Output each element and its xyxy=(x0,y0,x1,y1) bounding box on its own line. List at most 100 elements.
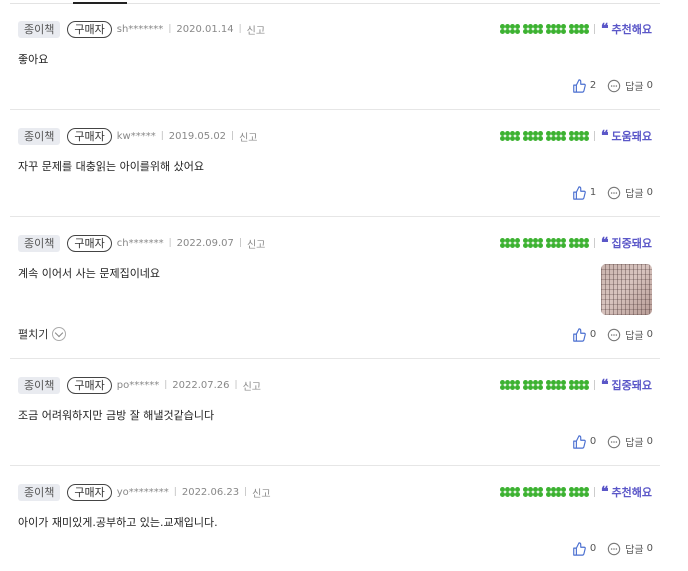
review-meta: 종이책 구매자 yo******** | 2022.06.23 | 신고 xyxy=(18,483,271,501)
reply-button[interactable]: 답글 0 xyxy=(607,185,653,200)
buyer-badge: 구매자 xyxy=(67,483,112,501)
speech-bubble-icon xyxy=(608,542,621,555)
format-badge: 종이책 xyxy=(18,127,61,145)
like-button[interactable]: 0 xyxy=(572,434,597,449)
reply-button[interactable]: 답글 0 xyxy=(607,78,653,93)
clover-rating xyxy=(499,24,589,34)
rating-divider xyxy=(593,380,595,390)
clover-icon xyxy=(545,238,556,248)
speech-bubble-icon xyxy=(608,328,621,341)
clover-icon xyxy=(509,238,520,248)
clover-icon xyxy=(532,238,543,248)
clover-rating xyxy=(499,238,589,248)
review-date: 2022.06.23 xyxy=(181,486,240,498)
report-link[interactable]: 신고 xyxy=(247,236,265,251)
reply-label: 답글 xyxy=(625,189,644,200)
review-actions: 1 답글 0 xyxy=(572,185,653,200)
clover-icon xyxy=(499,380,510,390)
review-date: 2022.09.07 xyxy=(176,237,234,249)
review-content: 조금 어려워하지만 금방 잘 해낼것같습니다 xyxy=(18,409,215,422)
clover-icon xyxy=(578,487,589,497)
format-badge: 종이책 xyxy=(18,234,61,252)
review-content: 계속 이어서 사는 문제집이네요 xyxy=(18,267,161,280)
clover-rating xyxy=(499,487,589,497)
clover-icon xyxy=(509,24,520,34)
meta-separator: | xyxy=(238,238,242,248)
review-meta: 종이책 구매자 kw***** | 2019.05.02 | 신고 xyxy=(18,127,258,145)
rating-divider xyxy=(593,131,595,141)
meta-separator: | xyxy=(238,24,242,34)
clover-icon xyxy=(509,131,520,141)
chevron-down-icon xyxy=(52,327,67,341)
reply-label: 답글 xyxy=(625,545,644,556)
rating-divider xyxy=(593,238,595,248)
reply-button[interactable]: 답글 0 xyxy=(607,541,653,556)
review-item: 종이책 구매자 po****** | 2022.07.26 | 신고 ❝ 집중돼… xyxy=(10,359,660,466)
clover-icon xyxy=(509,380,520,390)
meta-separator: | xyxy=(244,487,248,497)
buyer-badge: 구매자 xyxy=(67,234,112,252)
reply-label: 답글 xyxy=(625,82,644,93)
like-count: 1 xyxy=(589,187,597,198)
rating-divider xyxy=(593,487,595,497)
buyer-badge: 구매자 xyxy=(67,376,112,394)
thumbs-up-icon xyxy=(573,185,586,200)
review-item: 종이책 구매자 sh******* | 2020.01.14 | 신고 ❝ 추천… xyxy=(10,3,660,110)
expand-label: 펼치기 xyxy=(18,328,49,341)
format-badge: 종이책 xyxy=(18,20,61,38)
report-link[interactable]: 신고 xyxy=(239,129,257,144)
report-link[interactable]: 신고 xyxy=(243,378,261,393)
reply-count: 0 xyxy=(646,80,653,91)
clover-icon xyxy=(532,24,543,34)
like-count: 0 xyxy=(589,436,597,447)
reviewer-id: kw***** xyxy=(116,130,156,142)
review-item: 종이책 구매자 kw***** | 2019.05.02 | 신고 ❝ 도움돼요… xyxy=(10,110,660,217)
clover-icon xyxy=(499,487,510,497)
reply-count: 0 xyxy=(646,329,653,340)
thumbs-up-icon xyxy=(573,541,586,556)
reply-label: 답글 xyxy=(625,331,644,342)
review-tag: 도움돼요 xyxy=(611,130,652,143)
meta-separator: | xyxy=(234,380,238,390)
like-count: 0 xyxy=(589,543,597,554)
report-link[interactable]: 신고 xyxy=(247,22,265,37)
review-photo-thumbnail[interactable] xyxy=(601,264,652,315)
thumbs-up-icon xyxy=(573,434,586,449)
clover-icon xyxy=(568,487,579,497)
clover-icon xyxy=(499,131,510,141)
expand-button[interactable]: 펼치기 xyxy=(18,326,67,342)
review-date: 2020.01.14 xyxy=(176,23,234,35)
review-rating: ❝ 추천해요 xyxy=(499,483,652,501)
clover-icon xyxy=(499,238,510,248)
speech-bubble-icon xyxy=(608,79,621,92)
reply-button[interactable]: 답글 0 xyxy=(607,434,653,449)
like-button[interactable]: 1 xyxy=(572,185,597,200)
review-date: 2022.07.26 xyxy=(172,379,230,391)
clover-icon xyxy=(555,131,566,141)
clover-icon xyxy=(568,24,579,34)
review-content: 자꾸 문제를 대충읽는 아이를위해 샀어요 xyxy=(18,160,205,173)
clover-icon xyxy=(555,380,566,390)
like-button[interactable]: 2 xyxy=(572,78,596,93)
quote-icon: ❝ xyxy=(600,377,609,393)
clover-icon xyxy=(532,487,543,497)
quote-icon: ❝ xyxy=(600,235,609,251)
clover-icon xyxy=(522,487,533,497)
like-count: 0 xyxy=(589,329,597,340)
review-actions: 0 답글 0 xyxy=(572,327,653,342)
reply-button[interactable]: 답글 0 xyxy=(607,327,653,342)
clover-icon xyxy=(545,487,556,497)
review-tag: 집중돼요 xyxy=(611,237,652,250)
like-button[interactable]: 0 xyxy=(572,541,597,556)
review-meta: 종이책 구매자 po****** | 2022.07.26 | 신고 xyxy=(18,376,261,394)
review-actions: 0 답글 0 xyxy=(572,434,653,449)
report-link[interactable]: 신고 xyxy=(252,485,270,500)
like-button[interactable]: 0 xyxy=(572,327,597,342)
format-badge: 종이책 xyxy=(18,483,61,501)
clover-icon xyxy=(578,131,589,141)
clover-icon xyxy=(532,380,543,390)
review-rating: ❝ 추천해요 xyxy=(499,20,652,38)
review-content: 아이가 재미있게.공부하고 있는.교재입니다. xyxy=(18,516,218,529)
clover-icon xyxy=(522,238,533,248)
meta-separator: | xyxy=(164,380,168,390)
